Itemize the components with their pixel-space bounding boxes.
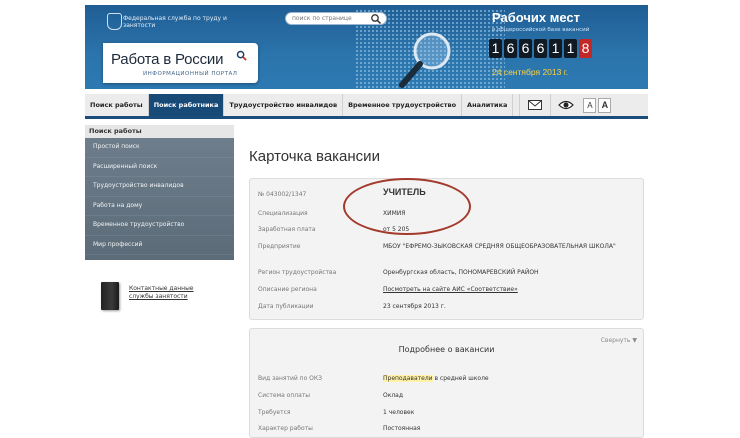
nav-employee-search[interactable]: Поиск работника bbox=[148, 94, 225, 116]
jobs-counter: 1 6 6 6 1 1 8 bbox=[489, 39, 592, 58]
okz-highlight: Преподаватели bbox=[383, 375, 433, 382]
page-title: Карточка вакансии bbox=[249, 148, 380, 165]
vacancy-card: № 043002/1347 УЧИТЕЛЬ Специализация ХИМИ… bbox=[249, 178, 644, 320]
collapse-toggle[interactable]: Свернуть ▼ bbox=[601, 337, 637, 344]
required-value: 1 человек bbox=[383, 409, 415, 416]
mail-icon bbox=[528, 100, 543, 110]
specialization-value: ХИМИЯ bbox=[383, 210, 406, 217]
service-name: Федеральная служба по труду и занятости bbox=[123, 15, 227, 29]
search-icon[interactable] bbox=[370, 13, 382, 24]
font-large-button[interactable]: A bbox=[598, 97, 612, 113]
region-value: Оренбургская область, ПОНОМАРЕВСКИЙ РАЙО… bbox=[383, 269, 539, 276]
field-label: Дата публикации bbox=[258, 303, 314, 310]
counter-date: 24 сентября 2013 г. bbox=[492, 67, 569, 77]
employer-value: МБОУ "ЕФРЕМО-ЗЫКОВСКАЯ СРЕДНЯЯ ОБЩЕОБРАЗ… bbox=[383, 243, 616, 250]
nav-disabled-employment[interactable]: Трудоустройство инвалидов bbox=[224, 94, 344, 116]
logo-subtitle: ИНФОРМАЦИОННЫЙ ПОРТАЛ bbox=[143, 71, 238, 77]
field-label: Заработная плата bbox=[258, 226, 316, 233]
okz-value: Преподаватели в средней школе bbox=[383, 375, 643, 383]
field-label: Предприятие bbox=[258, 243, 301, 250]
counter-digit: 8 bbox=[579, 39, 592, 58]
eye-icon bbox=[558, 100, 575, 110]
emblem-icon bbox=[107, 13, 122, 30]
field-label: Специализация bbox=[258, 210, 308, 217]
field-label: Система оплаты bbox=[258, 392, 311, 399]
region-desc-link[interactable]: Посмотреть на сайте АИС «Соответствие» bbox=[383, 286, 643, 294]
search-input[interactable] bbox=[292, 14, 370, 23]
sidebar-item-professions[interactable]: Мир профессий bbox=[85, 236, 234, 255]
sidebar-heading: Поиск работы bbox=[85, 125, 234, 138]
sidebar-item-simple-search[interactable]: Простой поиск bbox=[85, 138, 234, 158]
nav-temporary-employment[interactable]: Временное трудоустройство bbox=[343, 94, 463, 116]
vacancy-number: № 043002/1347 bbox=[258, 191, 307, 198]
counter-title: Рабочих мест bbox=[492, 10, 581, 25]
sidebar-item-advanced-search[interactable]: Расширенный поиск bbox=[85, 158, 234, 177]
salary-value: от 5 205 bbox=[383, 226, 410, 233]
logo[interactable]: Работа в России ИНФОРМАЦИОННЫЙ ПОРТАЛ bbox=[103, 43, 258, 83]
sidebar: Поиск работы Простой поиск Расширенный п… bbox=[85, 125, 234, 260]
counter-digit: 1 bbox=[549, 39, 562, 58]
contact-link[interactable]: Контактные данные службы занятости bbox=[129, 285, 209, 301]
counter-digit: 1 bbox=[489, 39, 502, 58]
field-label: Вид занятий по ОКЗ bbox=[258, 375, 323, 382]
magnifier-logo-icon bbox=[236, 50, 247, 61]
field-label: Требуется bbox=[258, 409, 291, 416]
sidebar-item-work-from-home[interactable]: Работа на дому bbox=[85, 197, 234, 216]
sidebar-item-disabled-employment[interactable]: Трудоустройство инвалидов bbox=[85, 177, 234, 197]
logo-title: Работа в России bbox=[111, 51, 224, 68]
work-type-value: Постоянная bbox=[383, 425, 421, 432]
vision-mode-button[interactable] bbox=[550, 94, 581, 116]
field-label: Регион трудоустройства bbox=[258, 269, 337, 276]
nav-tools: A A bbox=[519, 94, 612, 116]
counter-digit: 6 bbox=[534, 39, 547, 58]
published-value: 23 сентября 2013 г. bbox=[383, 303, 446, 310]
site-header: Федеральная служба по труду и занятости … bbox=[85, 5, 648, 89]
pay-system-value: Оклад bbox=[383, 392, 404, 399]
nav-job-search[interactable]: Поиск работы bbox=[85, 94, 149, 116]
font-small-button[interactable]: A bbox=[583, 97, 597, 113]
page: Федеральная служба по труду и занятости … bbox=[0, 0, 740, 438]
counter-digit: 6 bbox=[519, 39, 532, 58]
nav-analytics[interactable]: Аналитика bbox=[462, 94, 514, 116]
counter-subtitle: в общероссийской базе вакансий bbox=[492, 27, 590, 33]
vacancy-details-card: Свернуть ▼ Подробнее о вакансии Вид заня… bbox=[249, 328, 644, 438]
main-nav: Поиск работы Поиск работника Трудоустрой… bbox=[85, 94, 648, 119]
magnifying-glass-graphic bbox=[399, 32, 451, 88]
counter-digit: 6 bbox=[504, 39, 517, 58]
vacancy-position: УЧИТЕЛЬ bbox=[383, 187, 426, 197]
okz-rest: в средней школе bbox=[432, 375, 489, 382]
sidebar-item-temporary-employment[interactable]: Временное трудоустройство bbox=[85, 216, 234, 236]
field-label: Описание региона bbox=[258, 286, 317, 293]
details-title: Подробнее о вакансии bbox=[398, 345, 495, 354]
page-search bbox=[285, 12, 387, 25]
phone-icon bbox=[101, 282, 119, 310]
mail-button[interactable] bbox=[519, 94, 550, 116]
counter-digit: 1 bbox=[564, 39, 577, 58]
